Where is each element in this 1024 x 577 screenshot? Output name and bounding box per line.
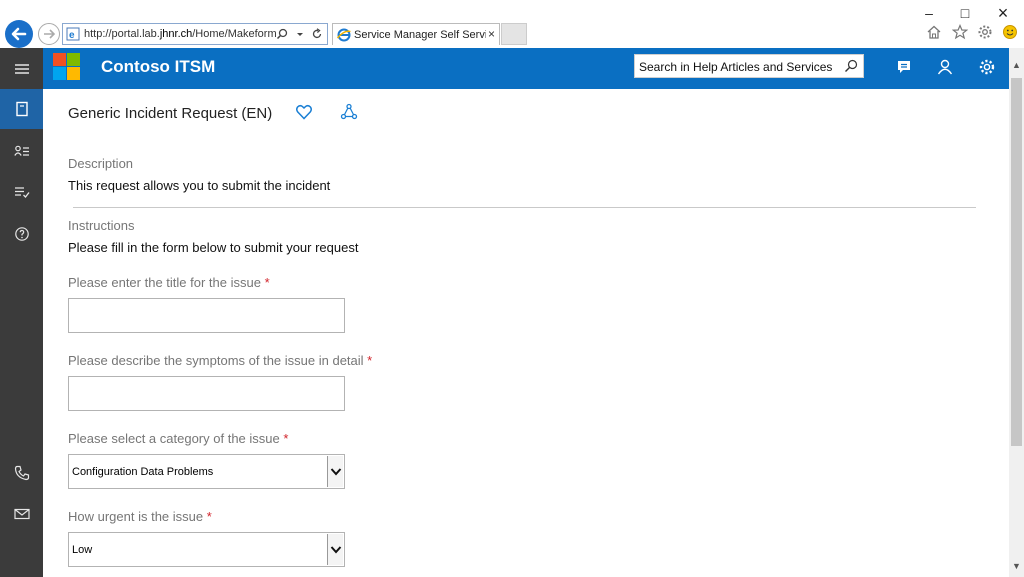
back-button[interactable] <box>5 20 33 48</box>
home-icon[interactable] <box>926 24 942 40</box>
ie-tab-icon <box>337 28 351 42</box>
instructions-text: Please fill in the form below to submit … <box>68 240 359 255</box>
svg-text:e: e <box>69 30 75 41</box>
book-icon <box>15 101 28 117</box>
help-search-input[interactable]: Search in Help Articles and Services <box>634 54 864 78</box>
required-marker: * <box>367 353 373 368</box>
app-title[interactable]: Contoso ITSM <box>101 57 215 77</box>
hamburger-icon <box>14 64 29 74</box>
urgency-select[interactable]: Low <box>68 532 345 567</box>
microsoft-logo-icon[interactable] <box>53 53 81 81</box>
window-minimize-button[interactable]: – <box>914 4 944 22</box>
urgency-field-label: How urgent is the issue * <box>68 509 212 524</box>
new-tab-button[interactable] <box>501 23 527 45</box>
feedback-smiley-icon[interactable] <box>1002 24 1018 40</box>
nav-mail[interactable] <box>0 494 43 534</box>
arrow-left-icon <box>11 27 27 41</box>
chevron-down-icon <box>330 468 342 476</box>
refresh-icon[interactable] <box>311 28 323 40</box>
page-scrollbar[interactable]: ▲ ▼ <box>1009 48 1024 577</box>
dropdown-arrow-icon[interactable] <box>296 28 304 40</box>
scroll-up-icon[interactable]: ▲ <box>1009 60 1024 74</box>
browser-toolbar-icons <box>926 23 1018 40</box>
window-restore-button[interactable]: □ <box>950 4 980 22</box>
arrow-right-icon <box>44 29 56 39</box>
phone-icon <box>14 465 29 481</box>
favorites-star-icon[interactable] <box>951 23 968 40</box>
browser-tab-active[interactable]: Service Manager Self Servic... × <box>332 23 500 45</box>
ie-page-icon: e <box>66 27 80 41</box>
urgency-dropdown-button[interactable] <box>327 534 343 565</box>
search-placeholder: Search in Help Articles and Services <box>639 60 833 74</box>
app-header: Contoso ITSM Search in Help Articles and… <box>43 48 1009 89</box>
url-text[interactable]: http://portal.lab.jhnr.ch/Home/Makeform <box>84 28 280 40</box>
settings-gear-icon[interactable] <box>978 58 996 76</box>
search-icon[interactable] <box>276 28 288 40</box>
address-bar[interactable]: e http://portal.lab.jhnr.ch/Home/Makefor… <box>62 23 328 45</box>
symptoms-field-label: Please describe the symptoms of the issu… <box>68 353 373 368</box>
tab-title: Service Manager Self Servic... <box>354 29 486 41</box>
address-tools[interactable] <box>276 26 323 40</box>
tab-close-button[interactable]: × <box>488 27 495 41</box>
nav-my-activities[interactable] <box>0 172 43 212</box>
mail-icon <box>13 508 30 520</box>
forward-button[interactable] <box>38 23 60 45</box>
announcements-icon[interactable] <box>895 58 913 76</box>
required-marker: * <box>264 275 270 290</box>
scrollbar-thumb[interactable] <box>1011 78 1022 446</box>
chevron-down-icon <box>330 546 342 554</box>
user-profile-icon[interactable] <box>936 58 954 76</box>
request-form-page: Generic Incident Request (EN) Descriptio… <box>43 89 1009 577</box>
required-marker: * <box>283 431 289 446</box>
issue-symptoms-input[interactable] <box>68 376 345 411</box>
nav-my-requests[interactable] <box>0 131 43 171</box>
section-divider <box>73 207 976 208</box>
favorite-heart-icon[interactable] <box>295 103 313 121</box>
browser-chrome: – □ × e http://portal.lab.jhnr.ch/Home/M… <box>0 0 1024 48</box>
nav-service-catalog[interactable] <box>0 89 43 129</box>
category-select[interactable]: Configuration Data Problems <box>68 454 345 489</box>
window-close-button[interactable]: × <box>988 4 1018 22</box>
required-marker: * <box>206 509 212 524</box>
category-field-label: Please select a category of the issue * <box>68 431 289 446</box>
app: Contoso ITSM Search in Help Articles and… <box>0 48 1024 577</box>
share-icon[interactable] <box>340 103 358 121</box>
title-field-label: Please enter the title for the issue * <box>68 275 270 290</box>
description-label: Description <box>68 156 134 171</box>
tools-gear-icon[interactable] <box>977 24 993 40</box>
side-navigation <box>0 48 43 577</box>
help-icon <box>14 227 29 241</box>
urgency-selected-value: Low <box>72 544 93 556</box>
instructions-label: Instructions <box>68 218 135 233</box>
category-selected-value: Configuration Data Problems <box>72 466 214 478</box>
page-title: Generic Incident Request (EN) <box>68 105 273 122</box>
checklist-icon <box>14 187 30 198</box>
description-text: This request allows you to submit the in… <box>68 178 331 193</box>
issue-title-input[interactable] <box>68 298 345 333</box>
scroll-down-icon[interactable]: ▼ <box>1009 561 1024 575</box>
nav-menu-toggle[interactable] <box>0 49 43 89</box>
nav-help[interactable] <box>0 214 43 254</box>
search-icon[interactable] <box>844 59 858 73</box>
category-dropdown-button[interactable] <box>327 456 343 487</box>
person-list-icon <box>13 145 29 156</box>
nav-phone[interactable] <box>0 453 43 493</box>
